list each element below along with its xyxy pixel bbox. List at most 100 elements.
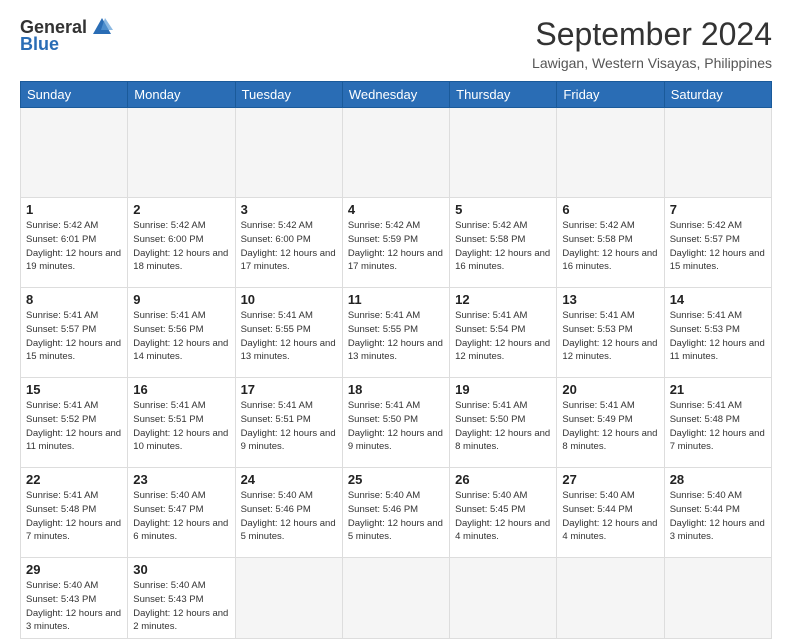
sunrise-label: Sunrise: 5:40 AM	[670, 490, 742, 501]
table-row: 11 Sunrise: 5:41 AMSunset: 5:55 PMDayligh…	[342, 288, 449, 378]
table-row	[342, 108, 449, 198]
day-number: 6	[562, 202, 658, 217]
table-row	[664, 558, 771, 639]
sunset-label: Sunset: 6:00 PM	[133, 234, 203, 245]
sunrise-label: Sunrise: 5:40 AM	[241, 490, 313, 501]
daylight-label: Daylight: 12 hours and 12 minutes.	[562, 338, 657, 363]
sunrise-label: Sunrise: 5:41 AM	[455, 310, 527, 321]
table-row: 21Sunrise: 5:41 AMSunset: 5:48 PMDayligh…	[664, 378, 771, 468]
sunrise-label: Sunrise: 5:41 AM	[670, 310, 742, 321]
day-info: Sunrise: 5:41 AMSunset: 5:57 PMDaylight:…	[26, 309, 122, 364]
table-row: 7Sunrise: 5:42 AMSunset: 5:57 PMDaylight…	[664, 198, 771, 288]
sunrise-label: Sunrise: 5:40 AM	[455, 490, 527, 501]
table-row	[342, 558, 449, 639]
table-row: 5Sunrise: 5:42 AMSunset: 5:58 PMDaylight…	[450, 198, 557, 288]
location: Lawigan, Western Visayas, Philippines	[532, 55, 772, 71]
table-row: 9Sunrise: 5:41 AMSunset: 5:56 PMDaylight…	[128, 288, 235, 378]
sunrise-label: Sunrise: 5:41 AM	[348, 400, 420, 411]
sunset-label: Sunset: 5:47 PM	[133, 504, 203, 515]
daylight-label: Daylight: 12 hours and 16 minutes.	[562, 248, 657, 273]
day-number: 9	[133, 292, 229, 307]
day-info: Sunrise: 5:40 AMSunset: 5:47 PMDaylight:…	[133, 489, 229, 544]
sunrise-label: Sunrise: 5:42 AM	[26, 220, 98, 231]
calendar-header-row: Sunday Monday Tuesday Wednesday Thursday…	[21, 82, 772, 108]
sunset-label: Sunset: 5:50 PM	[455, 414, 525, 425]
table-row	[235, 108, 342, 198]
day-info: Sunrise: 5:40 AMSunset: 5:46 PMDaylight:…	[348, 489, 444, 544]
table-row: 1Sunrise: 5:42 AMSunset: 6:01 PMDaylight…	[21, 198, 128, 288]
day-info: Sunrise: 5:41 AMSunset: 5:54 PMDaylight:…	[455, 309, 551, 364]
table-row: 13Sunrise: 5:41 AMSunset: 5:53 PMDayligh…	[557, 288, 664, 378]
day-number: 3	[241, 202, 337, 217]
table-row: 26Sunrise: 5:40 AMSunset: 5:45 PMDayligh…	[450, 468, 557, 558]
table-row: 18Sunrise: 5:41 AMSunset: 5:50 PMDayligh…	[342, 378, 449, 468]
day-number: 30	[133, 562, 229, 577]
day-info: Sunrise: 5:40 AMSunset: 5:45 PMDaylight:…	[455, 489, 551, 544]
table-row: 3Sunrise: 5:42 AMSunset: 6:00 PMDaylight…	[235, 198, 342, 288]
table-row: 28Sunrise: 5:40 AMSunset: 5:44 PMDayligh…	[664, 468, 771, 558]
title-block: September 2024 Lawigan, Western Visayas,…	[532, 16, 772, 71]
daylight-label: Daylight: 12 hours and 17 minutes.	[348, 248, 443, 273]
sunrise-label: Sunrise: 5:41 AM	[562, 400, 634, 411]
week-row-2: 8Sunrise: 5:41 AMSunset: 5:57 PMDaylight…	[21, 288, 772, 378]
table-row	[450, 558, 557, 639]
table-row: 24Sunrise: 5:40 AMSunset: 5:46 PMDayligh…	[235, 468, 342, 558]
day-info: Sunrise: 5:41 AMSunset: 5:50 PMDaylight:…	[348, 399, 444, 454]
sunrise-label: Sunrise: 5:41 AM	[26, 490, 98, 501]
sunset-label: Sunset: 5:44 PM	[562, 504, 632, 515]
sunrise-label: Sunrise: 5:41 AM	[348, 310, 420, 321]
day-number: 14	[670, 292, 766, 307]
table-row: 15Sunrise: 5:41 AMSunset: 5:52 PMDayligh…	[21, 378, 128, 468]
day-info: Sunrise: 5:40 AMSunset: 5:44 PMDaylight:…	[562, 489, 658, 544]
table-row: 29Sunrise: 5:40 AMSunset: 5:43 PMDayligh…	[21, 558, 128, 639]
day-number: 27	[562, 472, 658, 487]
sunset-label: Sunset: 5:48 PM	[670, 414, 740, 425]
day-info: Sunrise: 5:41 AMSunset: 5:50 PMDaylight:…	[455, 399, 551, 454]
col-thursday: Thursday	[450, 82, 557, 108]
day-info: Sunrise: 5:40 AMSunset: 5:43 PMDaylight:…	[133, 579, 229, 634]
sunset-label: Sunset: 5:49 PM	[562, 414, 632, 425]
daylight-label: Daylight: 12 hours and 14 minutes.	[133, 338, 228, 363]
page: General Blue September 2024 Lawigan, Wes…	[0, 0, 792, 612]
day-info: Sunrise: 5:41 AMSunset: 5:49 PMDaylight:…	[562, 399, 658, 454]
day-number: 20	[562, 382, 658, 397]
day-number: 24	[241, 472, 337, 487]
day-info: Sunrise: 5:42 AMSunset: 6:00 PMDaylight:…	[133, 219, 229, 274]
table-row: 20Sunrise: 5:41 AMSunset: 5:49 PMDayligh…	[557, 378, 664, 468]
sunrise-label: Sunrise: 5:42 AM	[348, 220, 420, 231]
day-info: Sunrise: 5:40 AMSunset: 5:43 PMDaylight:…	[26, 579, 122, 634]
day-info: Sunrise: 5:41 AMSunset: 5:55 PMDaylight:…	[348, 309, 444, 364]
table-row: 8Sunrise: 5:41 AMSunset: 5:57 PMDaylight…	[21, 288, 128, 378]
day-number: 11	[348, 292, 444, 307]
col-saturday: Saturday	[664, 82, 771, 108]
day-info: Sunrise: 5:42 AMSunset: 5:58 PMDaylight:…	[455, 219, 551, 274]
sunrise-label: Sunrise: 5:42 AM	[241, 220, 313, 231]
day-info: Sunrise: 5:40 AMSunset: 5:44 PMDaylight:…	[670, 489, 766, 544]
table-row: 23Sunrise: 5:40 AMSunset: 5:47 PMDayligh…	[128, 468, 235, 558]
sunset-label: Sunset: 5:58 PM	[562, 234, 632, 245]
sunrise-label: Sunrise: 5:40 AM	[133, 580, 205, 591]
day-number: 19	[455, 382, 551, 397]
logo-icon	[91, 16, 113, 38]
sunrise-label: Sunrise: 5:41 AM	[133, 400, 205, 411]
sunrise-label: Sunrise: 5:42 AM	[455, 220, 527, 231]
week-row-1: 1Sunrise: 5:42 AMSunset: 6:01 PMDaylight…	[21, 198, 772, 288]
header: General Blue September 2024 Lawigan, Wes…	[20, 16, 772, 71]
day-number: 16	[133, 382, 229, 397]
day-number: 15	[26, 382, 122, 397]
sunset-label: Sunset: 5:57 PM	[670, 234, 740, 245]
daylight-label: Daylight: 12 hours and 18 minutes.	[133, 248, 228, 273]
day-number: 12	[455, 292, 551, 307]
day-info: Sunrise: 5:42 AMSunset: 5:58 PMDaylight:…	[562, 219, 658, 274]
daylight-label: Daylight: 12 hours and 4 minutes.	[562, 518, 657, 543]
sunrise-label: Sunrise: 5:41 AM	[26, 310, 98, 321]
sunrise-label: Sunrise: 5:41 AM	[670, 400, 742, 411]
sunset-label: Sunset: 5:56 PM	[133, 324, 203, 335]
sunset-label: Sunset: 5:55 PM	[241, 324, 311, 335]
day-info: Sunrise: 5:42 AMSunset: 5:57 PMDaylight:…	[670, 219, 766, 274]
sunrise-label: Sunrise: 5:41 AM	[241, 400, 313, 411]
sunset-label: Sunset: 5:44 PM	[670, 504, 740, 515]
sunrise-label: Sunrise: 5:42 AM	[670, 220, 742, 231]
table-row: 16Sunrise: 5:41 AMSunset: 5:51 PMDayligh…	[128, 378, 235, 468]
day-info: Sunrise: 5:41 AMSunset: 5:48 PMDaylight:…	[26, 489, 122, 544]
